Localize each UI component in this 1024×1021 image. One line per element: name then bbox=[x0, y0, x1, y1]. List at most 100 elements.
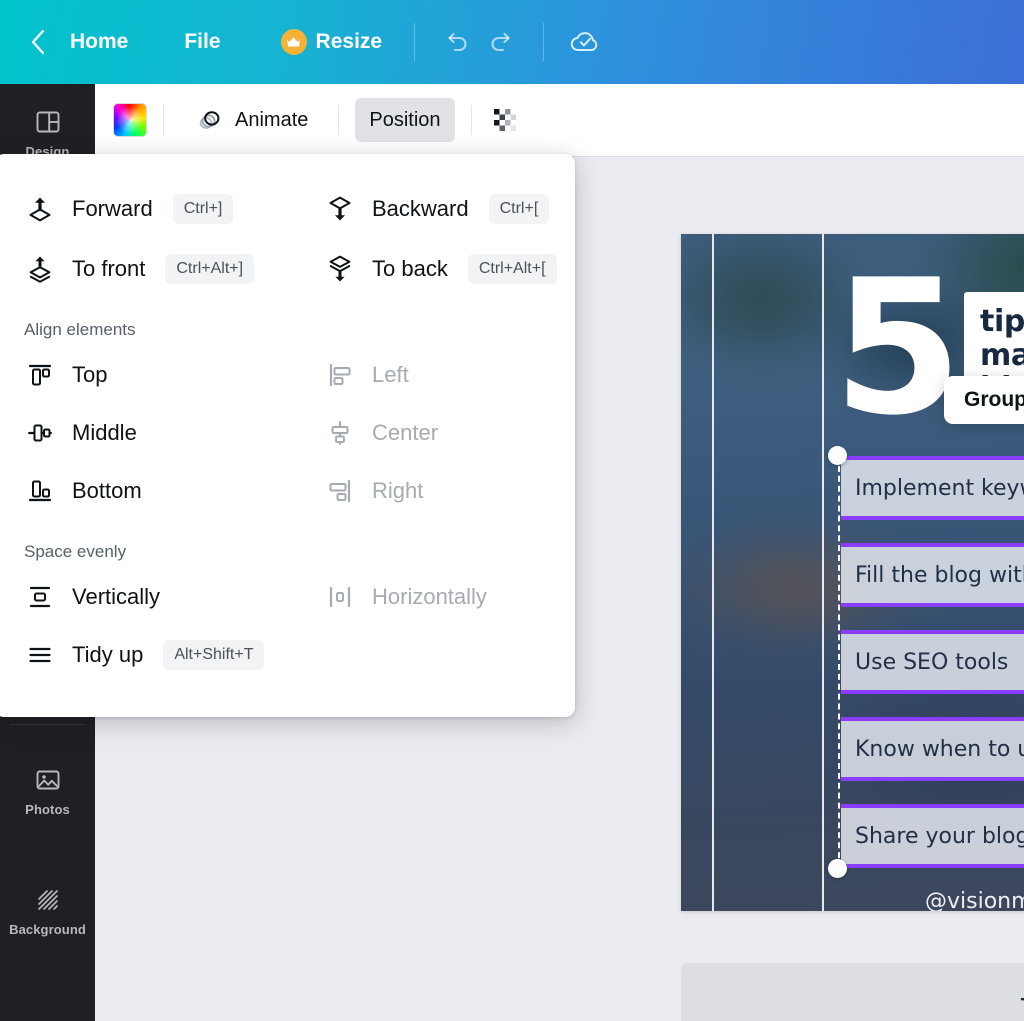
selected-group[interactable]: Implement keyword research Fill the blog… bbox=[828, 446, 1024, 878]
redo-icon bbox=[491, 32, 510, 52]
transparency-button[interactable] bbox=[490, 105, 520, 135]
selection-handle-top-left[interactable] bbox=[828, 446, 847, 465]
layout-panels-icon bbox=[36, 111, 59, 133]
tip-card-text: Use SEO tools bbox=[855, 649, 1009, 675]
rainbow-color-swatch[interactable] bbox=[113, 103, 147, 137]
menu-item-align-right[interactable]: Right bbox=[318, 462, 551, 520]
tip-card-text: Know when to use headings bbox=[855, 736, 1024, 762]
align-left-icon bbox=[324, 359, 356, 391]
crown-glyph bbox=[287, 37, 301, 47]
sidebar-item-photos[interactable]: Photos bbox=[0, 748, 95, 834]
design-page[interactable]: 5 tips to make your blog Implement keywo… bbox=[681, 234, 1024, 911]
menu-item-label: Left bbox=[372, 362, 409, 387]
space-vertically-icon bbox=[24, 581, 56, 613]
align-actions-grid: Top Left Middle Center Bottom Right bbox=[18, 346, 551, 520]
crown-icon bbox=[280, 29, 307, 55]
animate-circles-icon bbox=[199, 111, 220, 129]
align-section-title: Align elements bbox=[24, 320, 136, 339]
editor-toolbar: Animate Position bbox=[95, 84, 1024, 156]
animate-button[interactable]: Animate bbox=[180, 98, 322, 142]
menu-item-align-middle[interactable]: Middle bbox=[18, 404, 318, 462]
menu-item-space-vertically[interactable]: Vertically bbox=[18, 568, 318, 626]
menu-item-align-left[interactable]: Left bbox=[318, 346, 551, 404]
tip-card[interactable]: Use SEO tools bbox=[841, 630, 1024, 694]
tip-card[interactable]: Share your blog on socials bbox=[841, 804, 1024, 868]
editor-divider-2 bbox=[338, 105, 340, 135]
layer-actions-grid: Forward Ctrl+] Backward Ctrl+[ To front … bbox=[18, 180, 557, 298]
back-button[interactable] bbox=[22, 22, 52, 62]
sidebar-item-label: Photos bbox=[25, 802, 70, 817]
home-button[interactable]: Home bbox=[56, 22, 142, 62]
menu-item-label: Horizontally bbox=[372, 584, 487, 609]
resize-label: Resize bbox=[315, 30, 383, 53]
add-page-label[interactable]: + Add page bbox=[1020, 988, 1024, 1012]
tip-card[interactable]: Implement keyword research bbox=[841, 456, 1024, 520]
menu-item-label: To back bbox=[372, 256, 448, 281]
space-horizontally-icon bbox=[324, 581, 356, 613]
toolbar-divider-1 bbox=[414, 23, 416, 61]
social-handle-text[interactable]: @visionmedia bbox=[925, 889, 1024, 911]
menu-item-label: Forward bbox=[72, 196, 153, 221]
to-front-icon bbox=[24, 253, 56, 285]
menu-item-align-center[interactable]: Center bbox=[318, 404, 551, 462]
menu-item-space-horizontally[interactable]: Horizontally bbox=[318, 568, 551, 626]
canvas-guide-line bbox=[712, 234, 714, 911]
menu-item-label: Center bbox=[372, 420, 439, 445]
file-menu-button[interactable]: File bbox=[170, 22, 234, 62]
editor-divider-3 bbox=[470, 105, 472, 135]
chevron-left-icon bbox=[31, 29, 44, 55]
tip-card[interactable]: Know when to use headings bbox=[841, 717, 1024, 781]
tidy-up-icon bbox=[24, 639, 56, 671]
align-bottom-icon bbox=[24, 475, 56, 507]
tip-card-text: Fill the blog with backlinks bbox=[855, 562, 1024, 588]
redo-button[interactable] bbox=[479, 19, 525, 65]
cloud-check-icon bbox=[570, 32, 598, 51]
menu-item-label: To front bbox=[72, 256, 146, 281]
transparency-checkerboard-icon bbox=[493, 109, 516, 131]
add-page-bar[interactable]: + Add page bbox=[681, 963, 1024, 1021]
top-bar: Home File Resize bbox=[0, 0, 1024, 84]
toolbar-divider-2 bbox=[543, 23, 545, 61]
align-center-icon bbox=[324, 417, 356, 449]
position-dropdown-panel: Forward Ctrl+] Backward Ctrl+[ To front … bbox=[0, 154, 575, 717]
menu-item-to-front[interactable]: To front Ctrl+Alt+] bbox=[18, 240, 318, 298]
big-number-text[interactable]: 5 bbox=[833, 255, 962, 440]
menu-item-shortcut: Ctrl+] bbox=[172, 194, 234, 224]
group-tooltip-button[interactable]: Group bbox=[944, 376, 1024, 424]
position-label: Position bbox=[369, 108, 441, 131]
menu-item-shortcut: Alt+Shift+T bbox=[163, 640, 265, 670]
menu-item-tidy-up[interactable]: Tidy up Alt+Shift+T bbox=[18, 626, 318, 684]
menu-item-align-bottom[interactable]: Bottom bbox=[18, 462, 318, 520]
menu-item-label: Backward bbox=[372, 196, 469, 221]
align-right-icon bbox=[324, 475, 356, 507]
sidebar-item-background[interactable]: Background bbox=[0, 868, 95, 954]
undo-button[interactable] bbox=[433, 19, 479, 65]
sidebar-divider bbox=[10, 724, 85, 725]
image-icon bbox=[36, 770, 59, 790]
save-status-button[interactable] bbox=[562, 19, 608, 65]
tip-card[interactable]: Fill the blog with backlinks bbox=[841, 543, 1024, 607]
tip-card-text: Share your blog on socials bbox=[855, 823, 1024, 849]
editor-divider-1 bbox=[163, 105, 164, 135]
resize-button[interactable]: Resize bbox=[267, 21, 397, 63]
menu-item-label: Bottom bbox=[72, 478, 142, 503]
menu-item-shortcut: Ctrl+Alt+] bbox=[165, 254, 255, 284]
tip-card-text: Implement keyword research bbox=[855, 475, 1024, 501]
menu-item-shortcut: Ctrl+Alt+[ bbox=[467, 254, 557, 284]
move-forward-icon bbox=[24, 193, 56, 225]
position-button[interactable]: Position bbox=[355, 98, 455, 142]
menu-item-label: Tidy up bbox=[72, 642, 144, 667]
menu-item-label: Middle bbox=[72, 420, 137, 445]
align-middle-icon bbox=[24, 417, 56, 449]
menu-item-label: Vertically bbox=[72, 584, 161, 609]
menu-item-align-top[interactable]: Top bbox=[18, 346, 318, 404]
menu-item-label: Top bbox=[72, 362, 108, 387]
menu-item-backward[interactable]: Backward Ctrl+[ bbox=[318, 180, 563, 238]
space-actions-grid: Vertically Horizontally Tidy up Alt+Shif… bbox=[18, 568, 551, 684]
hatch-pattern-icon bbox=[37, 890, 58, 910]
menu-item-label: Right bbox=[372, 478, 424, 503]
menu-item-forward[interactable]: Forward Ctrl+] bbox=[18, 180, 318, 238]
menu-item-to-back[interactable]: To back Ctrl+Alt+[ bbox=[318, 240, 563, 298]
to-back-icon bbox=[324, 253, 356, 285]
selection-handle-bottom-left[interactable] bbox=[828, 859, 847, 878]
